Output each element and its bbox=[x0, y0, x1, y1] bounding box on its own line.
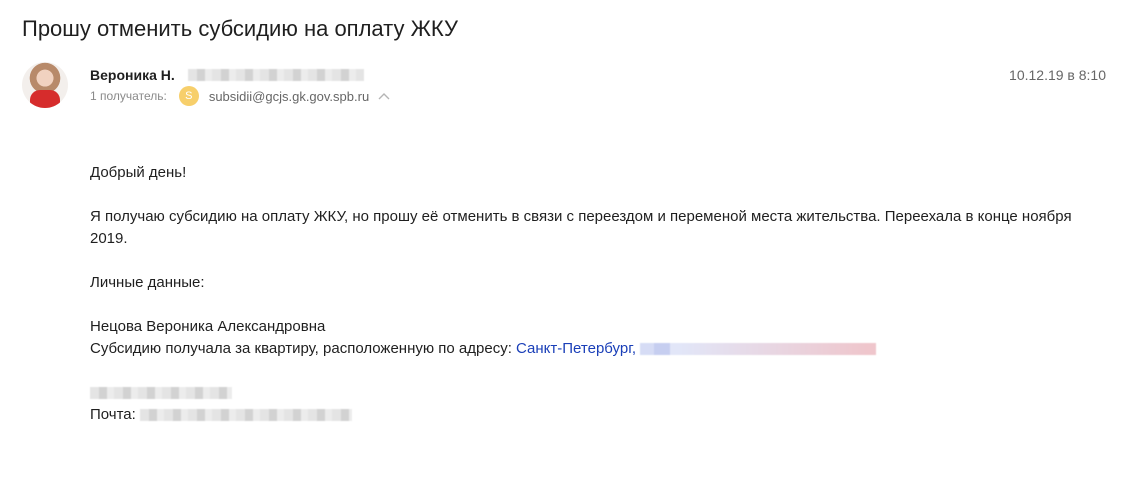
sender-email-redacted bbox=[188, 69, 364, 81]
full-name: Нецова Вероника Александровна bbox=[90, 318, 326, 335]
email-subject: Прошу отменить субсидию на оплату ЖКУ bbox=[22, 16, 458, 41]
recipient-avatar[interactable]: S bbox=[178, 86, 199, 106]
greeting: Добрый день! bbox=[90, 164, 187, 181]
phone-redacted bbox=[90, 387, 232, 400]
chevron-up-icon[interactable] bbox=[377, 91, 391, 101]
address-link[interactable]: Санкт-Петербург, bbox=[516, 340, 636, 357]
mail-line: Почта: bbox=[90, 404, 1080, 426]
phone-line bbox=[90, 382, 1080, 404]
recipient-email[interactable]: subsidii@gcjs.gk.gov.spb.ru bbox=[209, 89, 369, 104]
sender-name[interactable]: Вероника Н. bbox=[90, 67, 175, 83]
address-redacted[interactable] bbox=[640, 343, 877, 356]
email-body: Добрый день! Я получаю субсидию на оплат… bbox=[90, 162, 1080, 426]
personal-data-label: Личные данные: bbox=[90, 274, 205, 291]
address-prefix: Субсидию получала за квартиру, расположе… bbox=[90, 340, 517, 357]
sender-avatar[interactable] bbox=[22, 62, 68, 108]
recipients-row: 1 получатель: S subsidii@gcjs.gk.gov.spb… bbox=[90, 86, 391, 106]
mail-label: Почта: bbox=[90, 406, 140, 423]
mail-redacted bbox=[140, 409, 352, 422]
recipients-label: 1 получатель: bbox=[90, 89, 167, 103]
email-date: 10.12.19 в 8:10 bbox=[1009, 67, 1106, 83]
address-line: Субсидию получала за квартиру, расположе… bbox=[90, 338, 1080, 360]
paragraph-main: Я получаю субсидию на оплату ЖКУ, но про… bbox=[90, 208, 1072, 247]
